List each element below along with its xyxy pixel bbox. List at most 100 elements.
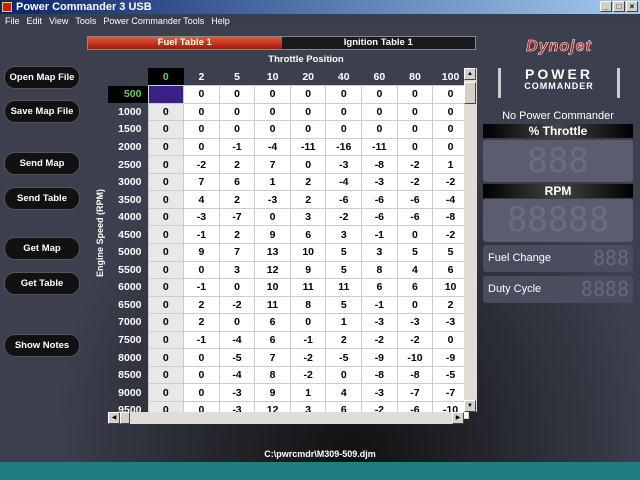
table-cell[interactable]: 0: [325, 102, 363, 122]
table-cell[interactable]: -7: [396, 383, 434, 402]
row-header[interactable]: 500: [108, 85, 148, 104]
table-cell[interactable]: 9: [254, 225, 291, 244]
table-cell[interactable]: 0: [289, 85, 327, 104]
table-cell[interactable]: 4: [325, 383, 363, 402]
tab-fuel-table-1[interactable]: Fuel Table 1: [88, 37, 282, 49]
table-cell[interactable]: 2: [289, 172, 327, 192]
table-cell[interactable]: 2: [432, 295, 469, 315]
table-cell[interactable]: 5: [396, 242, 434, 262]
column-header[interactable]: 60: [362, 68, 398, 86]
get-table-button[interactable]: Get Table: [5, 273, 79, 294]
table-cell[interactable]: 2: [325, 330, 363, 350]
table-cell[interactable]: -8: [361, 155, 398, 174]
table-cell[interactable]: 11: [254, 295, 291, 315]
table-cell[interactable]: 1: [432, 155, 469, 174]
table-cell[interactable]: -1: [218, 137, 256, 157]
table-cell[interactable]: 0: [396, 295, 434, 315]
minimize-button[interactable]: _: [600, 1, 612, 12]
table-cell[interactable]: 0: [254, 85, 291, 104]
table-cell[interactable]: 0: [183, 383, 220, 402]
row-header[interactable]: 3000: [108, 173, 148, 191]
table-cell[interactable]: 0: [254, 102, 291, 122]
table-cell[interactable]: 0: [147, 225, 185, 244]
scroll-down-button[interactable]: ▼: [464, 400, 476, 412]
table-cell[interactable]: 0: [147, 137, 185, 157]
row-header[interactable]: 2500: [108, 156, 148, 174]
table-cell[interactable]: -1: [361, 225, 398, 244]
table-cell[interactable]: -3: [361, 383, 398, 402]
row-header[interactable]: 6000: [108, 279, 148, 297]
table-cell[interactable]: -5: [218, 348, 256, 367]
table-cell[interactable]: 7: [183, 172, 220, 192]
table-cell[interactable]: 0: [147, 365, 185, 385]
table-cell[interactable]: 0: [147, 190, 185, 209]
table-cell[interactable]: -3: [183, 207, 220, 227]
menu-file[interactable]: File: [5, 14, 20, 28]
table-cell[interactable]: -3: [361, 313, 398, 332]
table-cell[interactable]: -2: [396, 330, 434, 350]
open-map-file-button[interactable]: Open Map File: [5, 67, 79, 88]
row-header[interactable]: 2000: [108, 138, 148, 156]
column-header[interactable]: 100: [433, 68, 469, 86]
table-cell[interactable]: 5: [325, 242, 363, 262]
table-cell[interactable]: 0: [147, 295, 185, 315]
table-cell[interactable]: -2: [325, 207, 363, 227]
table-cell[interactable]: 0: [396, 120, 434, 139]
table-cell[interactable]: -3: [361, 172, 398, 192]
table-cell[interactable]: 0: [183, 365, 220, 385]
table-cell[interactable]: -3: [396, 313, 434, 332]
h-scroll-thumb[interactable]: [120, 412, 130, 424]
table-cell[interactable]: 3: [218, 260, 256, 280]
table-cell[interactable]: 1: [254, 172, 291, 192]
table-cell[interactable]: 0: [254, 207, 291, 227]
row-header[interactable]: 3500: [108, 191, 148, 209]
table-cell[interactable]: 0: [147, 207, 185, 227]
table-cell[interactable]: 0: [432, 120, 469, 139]
table-cell[interactable]: 0: [183, 260, 220, 280]
menu-power-commander-tools[interactable]: Power Commander Tools: [103, 14, 204, 28]
table-cell[interactable]: 0: [361, 85, 398, 104]
table-cell[interactable]: 0: [396, 102, 434, 122]
scroll-thumb[interactable]: [464, 82, 476, 104]
table-cell[interactable]: 0: [147, 242, 185, 262]
table-cell[interactable]: 3: [361, 242, 398, 262]
table-cell[interactable]: -6: [361, 207, 398, 227]
table-cell[interactable]: 2: [183, 313, 220, 332]
table-cell[interactable]: 10: [432, 278, 469, 297]
table-cell[interactable]: 12: [254, 260, 291, 280]
table-cell[interactable]: -5: [325, 348, 363, 367]
menu-view[interactable]: View: [49, 14, 68, 28]
table-cell[interactable]: 0: [218, 313, 256, 332]
table-cell[interactable]: 0: [361, 120, 398, 139]
table-cell[interactable]: -4: [218, 365, 256, 385]
row-header[interactable]: 8500: [108, 366, 148, 384]
table-cell[interactable]: 6: [396, 278, 434, 297]
table-cell[interactable]: -2: [289, 365, 327, 385]
send-map-button[interactable]: Send Map: [5, 153, 79, 174]
table-cell[interactable]: 0: [147, 172, 185, 192]
table-cell[interactable]: 0: [147, 330, 185, 350]
table-cell[interactable]: 0: [218, 85, 256, 104]
close-button[interactable]: ×: [626, 1, 638, 12]
table-cell[interactable]: 10: [289, 242, 327, 262]
row-header[interactable]: 6500: [108, 296, 148, 314]
table-cell[interactable]: 9: [289, 260, 327, 280]
column-header[interactable]: 20: [290, 68, 326, 86]
row-header[interactable]: 1500: [108, 121, 148, 139]
horizontal-scrollbar[interactable]: ◀ ▶: [108, 412, 464, 424]
table-cell[interactable]: 5: [325, 260, 363, 280]
table-cell[interactable]: 5: [325, 295, 363, 315]
table-cell[interactable]: -16: [325, 137, 363, 157]
table-cell[interactable]: -7: [432, 383, 469, 402]
scroll-right-button[interactable]: ▶: [452, 412, 464, 424]
table-cell[interactable]: 0: [218, 278, 256, 297]
table-cell[interactable]: -4: [432, 190, 469, 209]
row-header[interactable]: 7500: [108, 331, 148, 349]
menu-help[interactable]: Help: [211, 14, 230, 28]
table-cell[interactable]: -7: [218, 207, 256, 227]
table-cell[interactable]: 0: [396, 85, 434, 104]
table-cell[interactable]: 0: [432, 85, 469, 104]
table-cell[interactable]: 2: [183, 295, 220, 315]
table-cell[interactable]: -4: [325, 172, 363, 192]
table-cell[interactable]: -10: [396, 348, 434, 367]
